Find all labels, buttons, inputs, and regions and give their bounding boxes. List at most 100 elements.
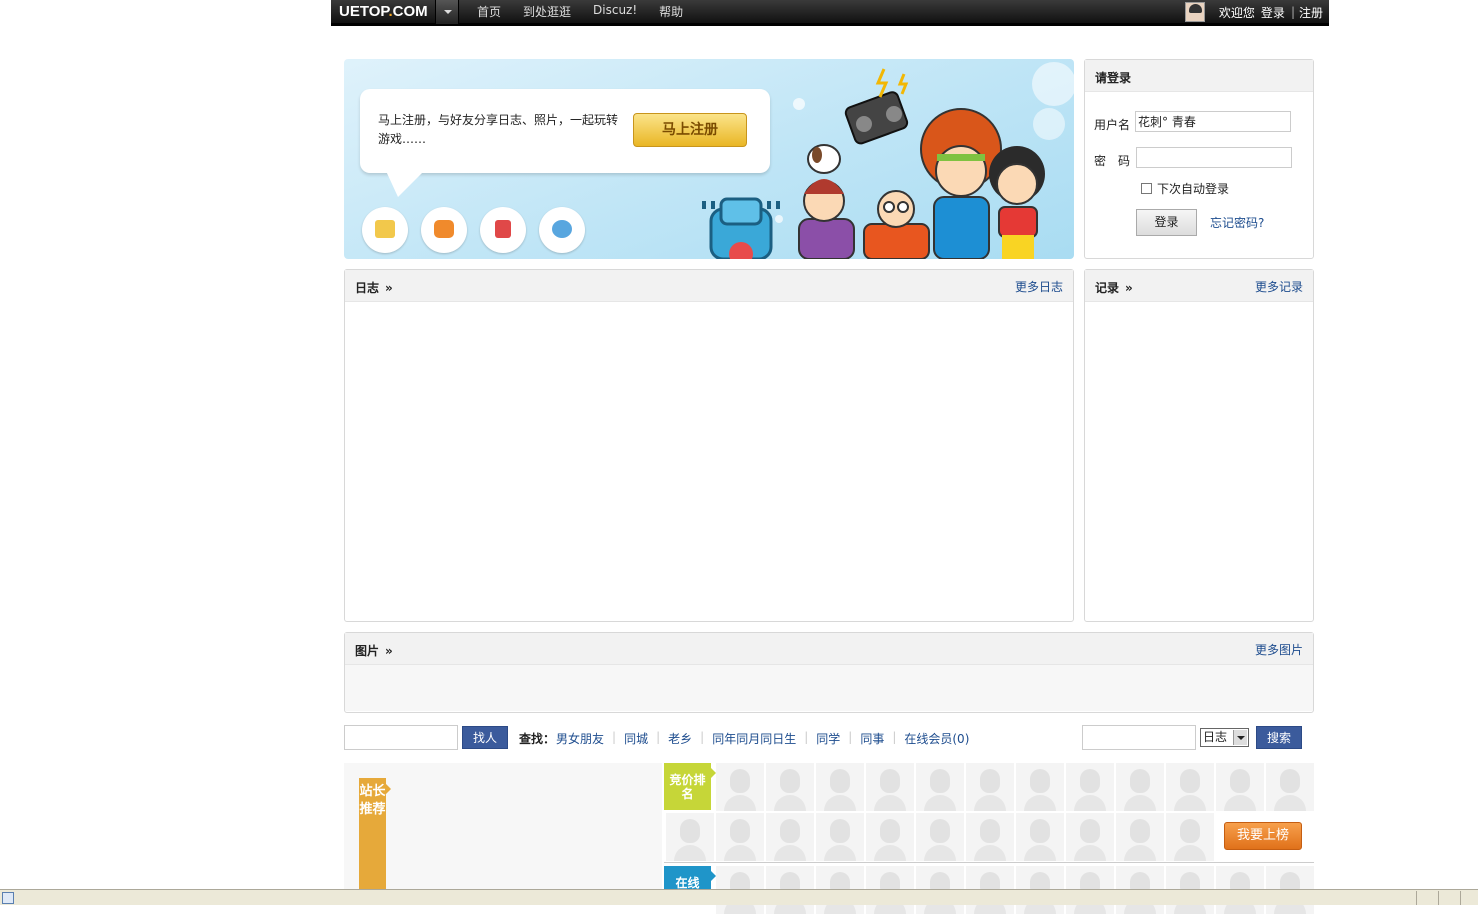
find-link-classmates[interactable]: 同学 [816, 730, 840, 747]
friends-icon[interactable] [539, 207, 585, 253]
avatar-placeholder[interactable] [1016, 813, 1064, 861]
recommend-tag: 站长推荐 [359, 778, 391, 890]
find-link-online-members[interactable]: 在线会员(0) [904, 730, 969, 747]
blog-panel: 日志» 更多日志 [344, 269, 1074, 622]
find-link-colleagues[interactable]: 同事 [860, 730, 884, 747]
nav-item-home[interactable]: 首页 [477, 3, 501, 20]
divider [664, 862, 1314, 863]
avatar-placeholder[interactable] [916, 763, 964, 811]
records-panel-header: 记录» 更多记录 [1085, 270, 1313, 302]
nav-item-discuz[interactable]: Discuz! [593, 3, 637, 20]
find-link-hometown[interactable]: 老乡 [668, 730, 692, 747]
username-label: 用户名 [1094, 118, 1131, 132]
login-panel: 请登录 用户名 密 码 下次自动登录 登录 忘记密码? [1084, 59, 1314, 259]
log-icon[interactable] [362, 207, 408, 253]
password-input[interactable] [1136, 147, 1292, 168]
search-button[interactable]: 搜索 [1256, 726, 1302, 749]
avatar-placeholder[interactable] [966, 763, 1014, 811]
remember-me[interactable]: 下次自动登录 [1141, 180, 1229, 197]
avatar-placeholder[interactable] [816, 763, 864, 811]
avatar-placeholder[interactable] [1216, 763, 1264, 811]
avatar-placeholder[interactable] [1116, 813, 1164, 861]
pictures-panel-header: 图片» 更多图片 [345, 633, 1313, 665]
password-label: 密 码 [1094, 154, 1131, 168]
avatar-placeholder[interactable] [1166, 763, 1214, 811]
online-tag: 在线 [664, 866, 716, 890]
more-pictures-link[interactable]: 更多图片 [1255, 641, 1303, 658]
pictures-panel: 图片» 更多图片 [344, 632, 1314, 713]
find-link-same-city[interactable]: 同城 [624, 730, 648, 747]
login-panel-title: 请登录 [1095, 71, 1132, 85]
login-link[interactable]: 登录 [1261, 4, 1285, 21]
avatar-placeholder[interactable] [716, 813, 764, 861]
ranking-area: 竞价排名 在线 我要上榜 [664, 763, 1314, 914]
avatar-placeholder[interactable] [866, 763, 914, 811]
top-bar: UETOP.COM 首页 到处逛逛 Discuz! 帮助 欢迎您 登录 | 注册 [0, 0, 1478, 29]
avatar-placeholder[interactable] [766, 763, 814, 811]
register-link[interactable]: 注册 [1299, 4, 1323, 21]
camera-icon[interactable] [421, 207, 467, 253]
page-icon [2, 892, 14, 904]
chevron-down-icon[interactable] [1233, 730, 1247, 745]
find-link-same-birthday[interactable]: 同年同月同日生 [712, 730, 796, 747]
status-segment [1460, 891, 1478, 905]
find-label: 查找： [519, 732, 556, 746]
double-arrow-icon: » [1125, 281, 1133, 295]
nav-item-explore[interactable]: 到处逛逛 [523, 3, 571, 20]
avatar-placeholder[interactable] [666, 813, 714, 861]
avatar-placeholder[interactable] [816, 813, 864, 861]
remember-me-checkbox[interactable] [1141, 183, 1152, 194]
avatar-placeholder[interactable] [1166, 813, 1214, 861]
nav-item-help[interactable]: 帮助 [659, 3, 683, 20]
double-arrow-icon: » [385, 281, 393, 295]
remember-me-label: 下次自动登录 [1157, 182, 1230, 196]
get-ranked-button[interactable]: 我要上榜 [1224, 822, 1302, 850]
forgot-password-link[interactable]: 忘记密码? [1210, 214, 1264, 231]
avatar-placeholder[interactable] [1066, 813, 1114, 861]
site-menu-dropdown-icon[interactable] [435, 0, 459, 24]
username-input[interactable] [1135, 111, 1291, 132]
search-type-select[interactable]: 日志 [1200, 728, 1249, 747]
blog-panel-title[interactable]: 日志» [355, 279, 393, 296]
site-search-input[interactable] [1082, 725, 1196, 750]
avatar-placeholder[interactable] [916, 813, 964, 861]
recommend-area: 站长推荐 [344, 763, 662, 890]
pictures-panel-title[interactable]: 图片» [355, 642, 393, 659]
card-icon[interactable] [480, 207, 526, 253]
welcome-text: 欢迎您 [1218, 5, 1255, 20]
browser-status-bar [0, 889, 1478, 905]
find-links: 男女朋友 | 同城 | 老乡 | 同年同月同日生 | 同学 | 同事 | 在线会员(0) [556, 730, 970, 747]
avatar-placeholder[interactable] [1116, 763, 1164, 811]
more-records-link[interactable]: 更多记录 [1255, 278, 1303, 295]
divider: | [1290, 5, 1295, 19]
search-bar: 找人 查找： 男女朋友 | 同城 | 老乡 | 同年同月同日生 | 同学 | 同事 | 在线… [344, 725, 1314, 751]
double-arrow-icon: » [385, 644, 393, 658]
blog-panel-header: 日志» 更多日志 [345, 270, 1073, 302]
top-nav: 首页 到处逛逛 Discuz! 帮助 [477, 3, 705, 20]
cartoon-characters-illustration [702, 62, 1074, 259]
avatar-placeholder[interactable] [966, 813, 1014, 861]
avatar-placeholder[interactable] [1266, 763, 1314, 811]
login-panel-header: 请登录 [1085, 60, 1313, 92]
avatar[interactable] [1184, 2, 1205, 22]
feature-icons [362, 207, 598, 253]
avatar-placeholder[interactable] [766, 813, 814, 861]
avatar-placeholder[interactable] [1066, 763, 1114, 811]
banner-slogan: 马上注册，与好友分享日志、照片，一起玩转游戏…… [378, 113, 619, 146]
user-area: 欢迎您 登录 | 注册 [1184, 0, 1329, 24]
records-panel-title[interactable]: 记录» [1095, 279, 1133, 296]
site-logo[interactable]: UETOP.COM [339, 3, 428, 20]
find-link-friends[interactable]: 男女朋友 [556, 730, 604, 747]
login-button[interactable]: 登录 [1136, 209, 1197, 236]
more-blogs-link[interactable]: 更多日志 [1015, 278, 1063, 295]
welcome-banner: 马上注册，与好友分享日志、照片，一起玩转游戏…… 马上注册 [344, 59, 1074, 259]
find-people-button[interactable]: 找人 [462, 726, 508, 749]
pictures-body [345, 665, 1313, 711]
avatar-placeholder[interactable] [716, 763, 764, 811]
avatar-placeholder[interactable] [866, 813, 914, 861]
records-panel: 记录» 更多记录 [1084, 269, 1314, 622]
avatar-placeholder[interactable] [1016, 763, 1064, 811]
status-segment [1416, 891, 1438, 905]
find-people-input[interactable] [344, 725, 458, 750]
top-bar-inner: UETOP.COM 首页 到处逛逛 Discuz! 帮助 欢迎您 登录 | 注册 [331, 0, 1329, 26]
